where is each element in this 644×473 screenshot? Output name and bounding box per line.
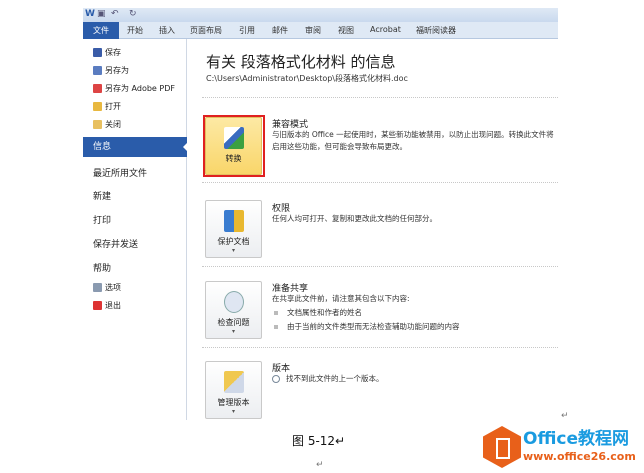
version-icon	[272, 375, 280, 383]
sidebar-item-new[interactable]: 新建	[93, 189, 111, 202]
tab-file[interactable]: 文件	[83, 22, 119, 39]
label: 管理版本	[217, 398, 250, 407]
pdf-icon	[93, 84, 102, 93]
info-panel: 有关 段落格式化材料 的信息 C:\Users\Administrator\De…	[188, 39, 558, 420]
logo-url: www.office26.com	[523, 450, 636, 463]
undo-icon[interactable]: ↶	[111, 9, 119, 19]
file-path: C:\Users\Administrator\Desktop\段落格式化材料.d…	[206, 74, 408, 83]
tab-foxit[interactable]: 福昕阅读器	[416, 25, 456, 36]
lock-key-icon	[223, 210, 244, 232]
divider	[202, 182, 558, 183]
folder-close-icon	[93, 120, 102, 129]
tab-home[interactable]: 开始	[127, 25, 143, 36]
backstage-sidebar: 保存 另存为 另存为 Adobe PDF 打开 关闭 信息 最近所用文件 新建 …	[83, 39, 188, 420]
return-mark: ↵	[561, 411, 569, 421]
chevron-down-icon: ▾	[231, 328, 235, 335]
label: 另存为 Adobe PDF	[105, 84, 175, 93]
save-as-icon	[93, 66, 102, 75]
chevron-down-icon: ▾	[231, 247, 235, 254]
tab-mailings[interactable]: 邮件	[272, 25, 288, 36]
versions-icon	[223, 371, 244, 393]
tab-review[interactable]: 审阅	[305, 25, 321, 36]
logo-name: Office教程网	[523, 429, 630, 449]
versions-desc: 找不到此文件的上一个版本。	[286, 374, 384, 383]
sidebar-item-open[interactable]: 打开	[93, 101, 121, 112]
figure-caption: 图 5-12↵	[292, 434, 346, 448]
quick-access-toolbar: W ▣ ↶ ↻	[83, 8, 558, 22]
office26-logo: Office教程网 www.office26.com	[483, 424, 644, 473]
sidebar-item-help[interactable]: 帮助	[93, 261, 111, 274]
sidebar-item-save-pdf[interactable]: 另存为 Adobe PDF	[93, 83, 175, 94]
sidebar-item-exit[interactable]: 退出	[93, 300, 121, 311]
save-icon	[93, 48, 102, 57]
tab-insert[interactable]: 插入	[159, 25, 175, 36]
tab-layout[interactable]: 页面布局	[190, 25, 222, 36]
word-window: W ▣ ↶ ↻ 文件 开始 插入 页面布局 引用 邮件 审阅 视图 Acroba…	[83, 8, 558, 420]
sidebar-item-recent[interactable]: 最近所用文件	[93, 166, 147, 179]
options-icon	[93, 283, 102, 292]
chevron-down-icon: ▾	[231, 408, 235, 415]
word-icon: W	[85, 9, 95, 19]
divider	[202, 266, 558, 267]
return-mark: ↵	[316, 460, 324, 470]
office-logo-icon	[483, 426, 521, 468]
divider	[202, 97, 558, 98]
tab-acrobat[interactable]: Acrobat	[370, 25, 401, 34]
page-title: 有关 段落格式化材料 的信息	[206, 53, 396, 71]
sidebar-item-print[interactable]: 打印	[93, 213, 111, 226]
label: 退出	[105, 301, 121, 310]
redo-icon[interactable]: ↻	[129, 9, 137, 19]
protect-document-button[interactable]: 保护文档 ▾	[205, 200, 262, 258]
convert-icon	[223, 127, 244, 149]
label: 关闭	[105, 120, 121, 129]
bullet-item: 由于当前的文件类型而无法检查辅助功能问题的内容	[274, 321, 460, 332]
label: 另存为	[105, 66, 129, 75]
exit-icon	[93, 301, 102, 310]
inspect-icon	[223, 291, 244, 313]
label: 打开	[105, 102, 121, 111]
label: 选项	[105, 283, 121, 292]
sidebar-item-save[interactable]: 保存	[93, 47, 121, 58]
save-icon[interactable]: ▣	[97, 9, 106, 19]
sidebar-item-save-send[interactable]: 保存并发送	[93, 237, 138, 250]
label: 保存	[105, 48, 121, 57]
bullet-item: 文档属性和作者的姓名	[274, 307, 362, 318]
folder-open-icon	[93, 102, 102, 111]
manage-versions-button[interactable]: 管理版本 ▾	[205, 361, 262, 419]
sidebar-item-options[interactable]: 选项	[93, 282, 121, 293]
compat-desc: 与旧版本的 Office 一起使用时，某些新功能被禁用，以防止出现问题。转换此文…	[272, 130, 554, 151]
check-issues-button[interactable]: 检查问题 ▾	[205, 281, 262, 339]
label: 转换	[225, 154, 242, 163]
prepare-share-desc: 在共享此文件前，请注意其包含以下内容:	[272, 294, 410, 303]
tab-view[interactable]: 视图	[338, 25, 354, 36]
permissions-desc: 任何人均可打开、复制和更改此文档的任何部分。	[272, 214, 437, 223]
tab-references[interactable]: 引用	[239, 25, 255, 36]
convert-button[interactable]: 转换	[205, 117, 262, 175]
divider	[202, 347, 558, 348]
label: 保护文档	[217, 237, 250, 246]
sidebar-item-save-as[interactable]: 另存为	[93, 65, 129, 76]
sidebar-item-info[interactable]: 信息	[83, 137, 188, 157]
ribbon-tabs: 文件 开始 插入 页面布局 引用 邮件 审阅 视图 Acrobat 福昕阅读器	[83, 22, 558, 39]
sidebar-item-close[interactable]: 关闭	[93, 119, 121, 130]
label: 检查问题	[217, 318, 250, 327]
